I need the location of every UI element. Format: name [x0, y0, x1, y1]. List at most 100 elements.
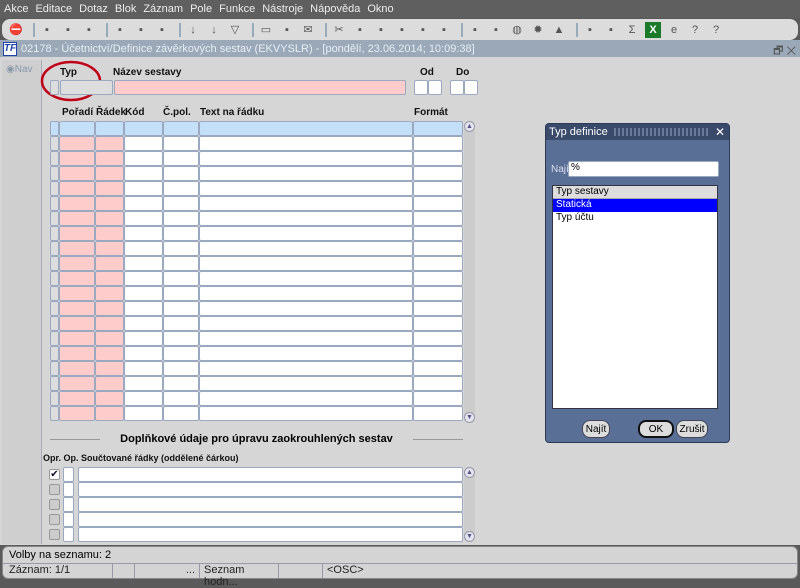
find-input[interactable]: %: [568, 161, 719, 177]
grid-cell[interactable]: [413, 316, 463, 331]
grid-cell[interactable]: [59, 361, 95, 376]
grid-cell[interactable]: [124, 316, 163, 331]
copy-icon[interactable]: ▪: [112, 22, 128, 38]
grid-cell[interactable]: [413, 361, 463, 376]
filter-icon[interactable]: ▽: [227, 22, 243, 38]
row-indicator[interactable]: [50, 316, 59, 331]
exit-icon[interactable]: ⛔: [8, 22, 24, 38]
scroll-up-icon[interactable]: ▲: [464, 121, 475, 132]
print-icon[interactable]: ▭: [258, 22, 274, 38]
row-indicator[interactable]: [50, 301, 59, 316]
grid-cell[interactable]: [59, 406, 95, 421]
sum-icon[interactable]: Σ: [624, 22, 640, 38]
grid-cell[interactable]: [124, 121, 163, 136]
grid-cell[interactable]: [95, 196, 124, 211]
help-icon[interactable]: ?: [708, 22, 724, 38]
do-field-1[interactable]: [450, 80, 464, 95]
grid-cell[interactable]: [413, 376, 463, 391]
grid-cell[interactable]: [124, 271, 163, 286]
grid-cell[interactable]: [95, 211, 124, 226]
list-item-selected[interactable]: Statická: [553, 199, 717, 212]
grid-cell[interactable]: [163, 136, 199, 151]
grid-cell[interactable]: [163, 376, 199, 391]
opr-checkbox[interactable]: [49, 514, 60, 525]
grid-cell[interactable]: [59, 166, 95, 181]
grid-cell[interactable]: [413, 391, 463, 406]
grid-cell[interactable]: [413, 286, 463, 301]
grid-cell[interactable]: [199, 241, 413, 256]
grid-cell[interactable]: [124, 196, 163, 211]
grid-cell[interactable]: [124, 286, 163, 301]
grid-cell[interactable]: [95, 151, 124, 166]
print-preview-icon[interactable]: ▪: [279, 22, 295, 38]
grid-cell[interactable]: [163, 301, 199, 316]
outline-icon[interactable]: ▪: [415, 22, 431, 38]
list-item[interactable]: Typ účtu: [553, 212, 717, 225]
grid-cell[interactable]: [124, 406, 163, 421]
grid-cell[interactable]: [163, 331, 199, 346]
grid-cell[interactable]: [59, 211, 95, 226]
grid-cell[interactable]: [163, 286, 199, 301]
find-icon[interactable]: ▪: [394, 22, 410, 38]
help-lock-icon[interactable]: ?: [687, 22, 703, 38]
ok-button[interactable]: OK: [638, 420, 674, 438]
grid-cell[interactable]: [95, 301, 124, 316]
grid-cell[interactable]: [59, 286, 95, 301]
grid-cell[interactable]: [413, 301, 463, 316]
grid-cell[interactable]: [95, 256, 124, 271]
grid-cell[interactable]: [124, 166, 163, 181]
chart-icon[interactable]: ▪: [582, 22, 598, 38]
row-indicator[interactable]: [50, 346, 59, 361]
clear-icon[interactable]: ▪: [154, 22, 170, 38]
grid-cell[interactable]: [199, 226, 413, 241]
grid-cell[interactable]: [163, 226, 199, 241]
row-indicator[interactable]: [50, 241, 59, 256]
summed-rows-field[interactable]: [78, 527, 463, 542]
grid-cell[interactable]: [413, 211, 463, 226]
row-indicator[interactable]: [50, 376, 59, 391]
op-field[interactable]: [63, 527, 74, 542]
grid-cell[interactable]: [59, 271, 95, 286]
menu-3[interactable]: Blok: [115, 3, 136, 15]
grid-cell[interactable]: [163, 316, 199, 331]
grid-cell[interactable]: [413, 166, 463, 181]
row-indicator[interactable]: [50, 166, 59, 181]
grid-cell[interactable]: [124, 361, 163, 376]
grid-cell[interactable]: [124, 256, 163, 271]
grid-cell[interactable]: [199, 136, 413, 151]
grid-cell[interactable]: [124, 136, 163, 151]
menu-1[interactable]: Editace: [35, 3, 72, 15]
save-icon[interactable]: ▪: [60, 22, 76, 38]
menu-4[interactable]: Záznam: [143, 3, 183, 15]
menu-7[interactable]: Nástroje: [262, 3, 303, 15]
cut-icon[interactable]: ✂: [331, 22, 347, 38]
grid-cell[interactable]: [95, 391, 124, 406]
grid-cell[interactable]: [59, 316, 95, 331]
grid-cell[interactable]: [199, 256, 413, 271]
grid-cell[interactable]: [163, 121, 199, 136]
grid-cell[interactable]: [163, 256, 199, 271]
grid-cell[interactable]: [95, 226, 124, 241]
grid-cell[interactable]: [95, 376, 124, 391]
op-field[interactable]: [63, 482, 74, 497]
grid-cell[interactable]: [199, 391, 413, 406]
grid-cell[interactable]: [163, 241, 199, 256]
report-icon[interactable]: ▪: [488, 22, 504, 38]
close-icon[interactable]: ✕: [715, 125, 725, 139]
grid-cell[interactable]: [413, 196, 463, 211]
grid-cell[interactable]: [199, 286, 413, 301]
grid-scrollbar[interactable]: ▲ ▼: [464, 121, 475, 423]
cancel-button[interactable]: Zrušit: [676, 420, 708, 438]
grid-cell[interactable]: [413, 406, 463, 421]
grid-cell[interactable]: [124, 331, 163, 346]
grid-cell[interactable]: [163, 391, 199, 406]
delete-record-icon[interactable]: ▪: [81, 22, 97, 38]
od-field-2[interactable]: [428, 80, 442, 95]
grid-cell[interactable]: [199, 376, 413, 391]
ie-icon[interactable]: e: [666, 22, 682, 38]
typ-field[interactable]: [60, 80, 113, 95]
grid-cell[interactable]: [413, 226, 463, 241]
grid-cell[interactable]: [199, 166, 413, 181]
tree-icon[interactable]: ▪: [436, 22, 452, 38]
disk-icon[interactable]: ▪: [603, 22, 619, 38]
